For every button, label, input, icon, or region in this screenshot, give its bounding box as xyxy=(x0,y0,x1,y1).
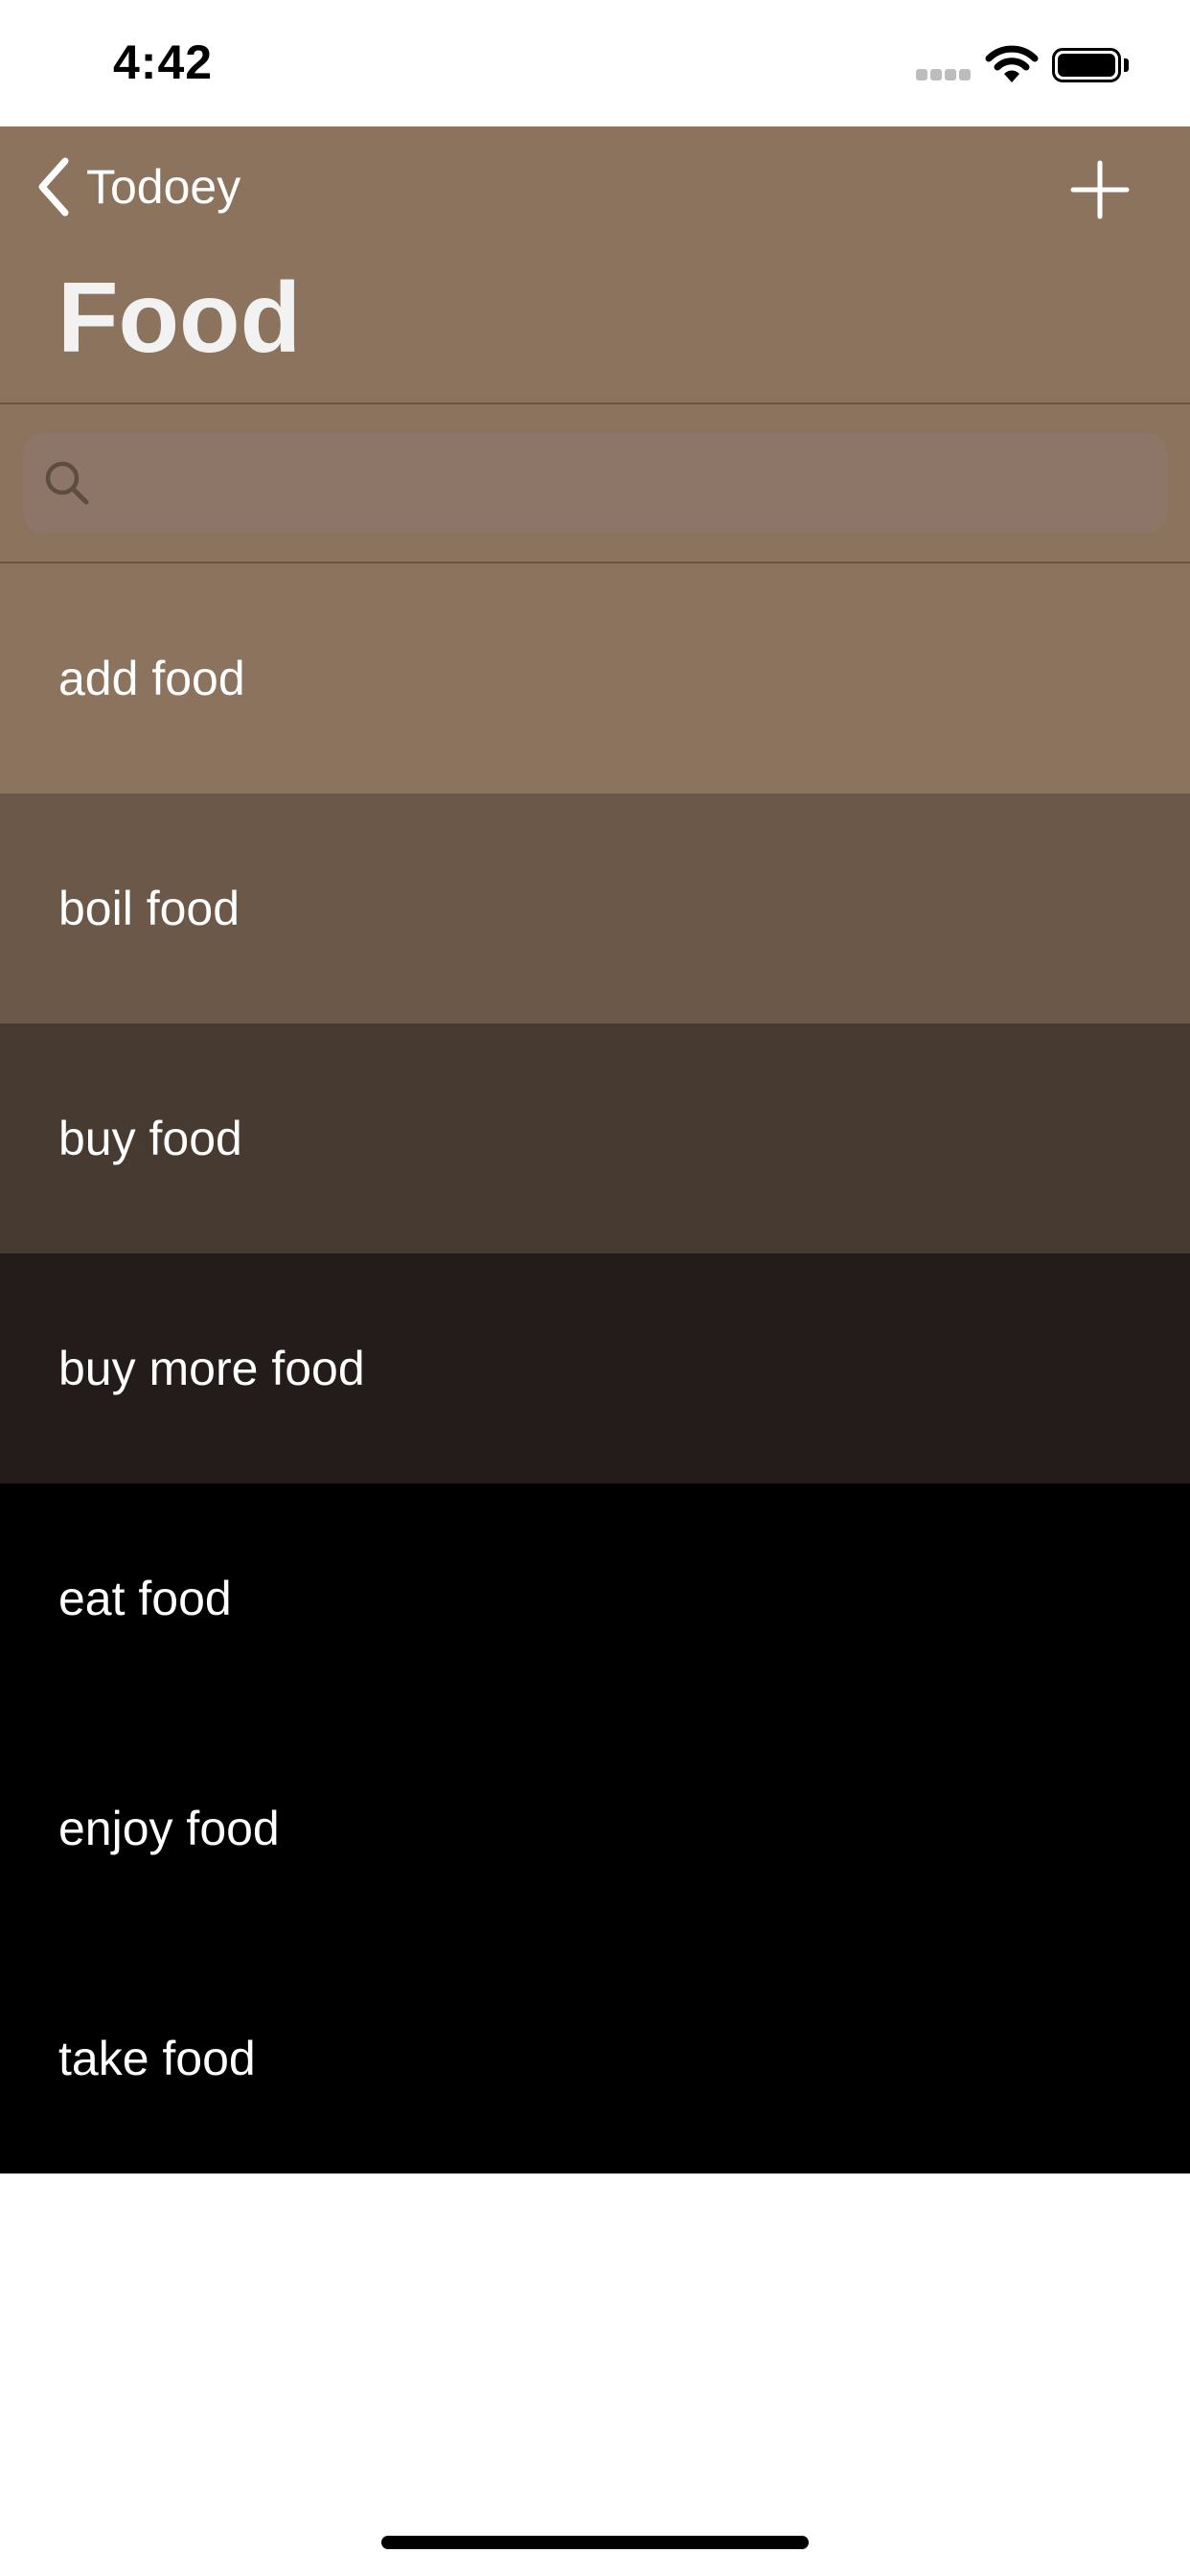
chevron-left-icon xyxy=(38,157,69,217)
list-item-label: boil food xyxy=(58,882,240,935)
list-item[interactable]: add food xyxy=(0,564,1190,794)
list-item[interactable]: eat food xyxy=(0,1484,1190,1714)
status-bar: 4:42 xyxy=(0,0,1190,126)
signal-icon xyxy=(916,69,972,82)
plus-icon[interactable] xyxy=(1069,159,1131,220)
list-item-label: eat food xyxy=(58,1572,232,1625)
battery-cap xyxy=(1124,58,1129,72)
list-item-label: buy more food xyxy=(58,1342,365,1395)
list-item[interactable]: buy more food xyxy=(0,1254,1190,1484)
list-item[interactable]: boil food xyxy=(0,794,1190,1024)
home-indicator xyxy=(381,2536,809,2549)
navigation-bar: Todoey Food xyxy=(0,126,1190,404)
list-item-label: add food xyxy=(58,652,245,705)
list-item-label: enjoy food xyxy=(58,1802,280,1855)
page-title: Food xyxy=(57,263,302,374)
search-input[interactable] xyxy=(92,433,1167,533)
status-time: 4:42 xyxy=(113,35,214,89)
back-label: Todoey xyxy=(86,160,241,214)
todo-list: add food boil food buy food buy more foo… xyxy=(0,564,1190,2174)
battery-icon xyxy=(1052,48,1121,82)
search-bar xyxy=(0,404,1190,564)
list-item-label: take food xyxy=(58,2032,256,2085)
back-button[interactable]: Todoey xyxy=(33,155,240,218)
screen: 4:42 Todoey Food add food boil food buy … xyxy=(0,0,1190,2576)
list-item[interactable]: take food xyxy=(0,1944,1190,2174)
search-icon xyxy=(45,461,89,505)
search-field[interactable] xyxy=(23,433,1167,533)
list-item[interactable]: buy food xyxy=(0,1024,1190,1254)
list-item[interactable]: enjoy food xyxy=(0,1714,1190,1944)
wifi-icon xyxy=(985,45,1039,82)
list-item-label: buy food xyxy=(58,1112,242,1165)
